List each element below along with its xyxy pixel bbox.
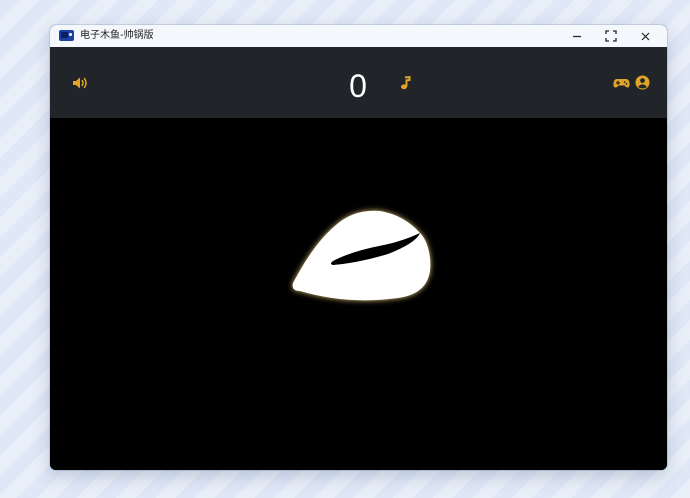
title-bar[interactable]: 电子木鱼-帅锅版 (50, 25, 667, 47)
game-stage[interactable] (50, 118, 667, 470)
user-circle-icon[interactable] (635, 75, 650, 90)
close-icon (641, 32, 649, 40)
window-title: 电子木鱼-帅锅版 (80, 30, 154, 41)
minimize-button[interactable] (562, 25, 592, 47)
toolbar: 0 (50, 47, 667, 118)
app-flag-icon (59, 30, 74, 41)
maximize-button[interactable] (596, 25, 626, 47)
gamepad-icon[interactable] (613, 76, 630, 90)
wooden-fish-icon[interactable] (288, 203, 438, 318)
app-window: 电子木鱼-帅锅版 0 (50, 25, 667, 470)
music-note-icon[interactable] (400, 76, 411, 90)
volume-icon[interactable] (72, 76, 89, 90)
close-button[interactable] (630, 25, 660, 47)
maximize-icon (605, 30, 617, 42)
tap-counter: 0 (349, 68, 367, 104)
minimize-icon (573, 35, 581, 38)
